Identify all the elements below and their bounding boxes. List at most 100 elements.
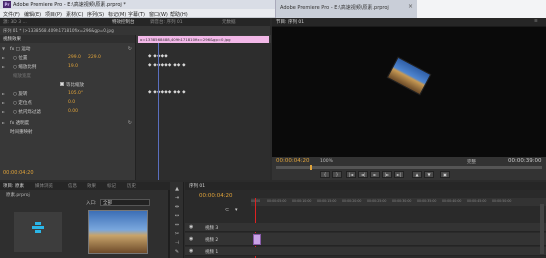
reset-icon[interactable]: ↻ xyxy=(128,46,132,52)
anti-flicker-value[interactable]: 0.00 xyxy=(68,109,78,114)
zoom-select[interactable]: 100% xyxy=(320,159,333,164)
timeline-vertical-scrollbar[interactable] xyxy=(540,204,544,254)
go-to-in-button[interactable]: |◄ xyxy=(346,171,356,178)
expand-icon[interactable]: ► xyxy=(2,120,5,125)
program-playhead[interactable] xyxy=(310,165,312,170)
keyframe-clip-bar[interactable]: o=1338568488,409h171810fix=296&gp=0.jpg xyxy=(138,36,269,43)
step-forward-button[interactable]: |► xyxy=(382,171,392,178)
image-thumbnail[interactable] xyxy=(88,210,148,254)
video-effects-header: 视频效果 xyxy=(0,35,135,43)
lift-button[interactable]: ▲ xyxy=(412,171,422,178)
rotation-keyframes[interactable]: ◆ ◆◆◆◆◆ ◆◆ ◆ xyxy=(148,90,186,95)
tab-info[interactable]: 信息 xyxy=(68,183,77,189)
tab-program-monitor[interactable]: 节目: 序列 01 xyxy=(276,19,304,25)
document-tab[interactable]: Adobe Premiere Pro - E:\高速视频\原素.prproj × xyxy=(275,0,417,18)
effect-controls-header: 序列 01 * (>1338568.409h171810fix=296&gp=0… xyxy=(0,26,270,35)
tab-audio-mixer[interactable]: 调音台: 序列 01 xyxy=(150,19,183,25)
menu-clip[interactable]: 素材(C) xyxy=(66,11,83,18)
position-x-value[interactable]: 299.0 xyxy=(68,55,81,60)
track-select-tool-icon[interactable]: ⇥ xyxy=(173,195,181,202)
tab-source[interactable]: 源: 3D 3 ... xyxy=(3,19,27,25)
motion-row[interactable]: ▼ fx □ 运动 ↻ xyxy=(0,45,135,53)
in-select[interactable]: 全部 xyxy=(100,199,150,206)
anchor-point-row: ► ○ 定位点 0.0 xyxy=(2,100,76,106)
panel-menu-icon[interactable]: ≡ xyxy=(534,19,538,24)
keyframe-playhead[interactable] xyxy=(158,43,159,180)
play-button[interactable]: ► xyxy=(370,171,380,178)
menu-edit[interactable]: 编辑(E) xyxy=(24,11,41,18)
menu-marker[interactable]: 标记(M) xyxy=(108,11,126,18)
add-marker-icon[interactable]: ▾ xyxy=(235,207,238,213)
fit-select[interactable]: 完整 xyxy=(467,159,476,165)
expand-icon[interactable]: ▼ xyxy=(2,46,5,51)
document-tab-label: Adobe Premiere Pro - E:\高速视频\原素.prproj xyxy=(280,5,389,11)
tab-effects[interactable]: 效果 xyxy=(87,183,96,189)
stopwatch-icon[interactable]: ► xyxy=(2,64,5,69)
sequence-thumbnail[interactable] xyxy=(14,212,62,252)
program-current-timecode[interactable]: 00:00:04:20 xyxy=(276,158,310,164)
stopwatch-icon[interactable]: ► xyxy=(2,109,5,114)
rolling-edit-tool-icon[interactable]: ↔ xyxy=(173,213,181,220)
stopwatch-icon[interactable]: ► xyxy=(2,91,5,96)
program-monitor-tabstrip: 节目: 序列 01 ≡ xyxy=(272,18,546,26)
clip-source-path: 序列 01 * (>1338568.409h171810fix=296&gp=0… xyxy=(3,28,114,33)
program-monitor-viewport[interactable] xyxy=(272,27,546,157)
menu-file[interactable]: 文件(F) xyxy=(3,11,20,18)
timeline-ruler[interactable]: 00:00 00:00:05:00 00:00:10:00 00:00:15:0… xyxy=(251,198,546,206)
eye-icon[interactable]: ◉ xyxy=(189,236,193,242)
tab-markers[interactable]: 标记 xyxy=(107,183,116,189)
mark-in-button[interactable]: { xyxy=(320,171,330,178)
close-icon[interactable]: × xyxy=(408,3,413,10)
window-area-right xyxy=(417,0,546,18)
tab-media-browser[interactable]: 媒体浏览 xyxy=(35,183,53,189)
effect-controls-timecode[interactable]: 00:00:04:20 xyxy=(3,170,34,176)
program-duration-timecode: 00:00:39:00 xyxy=(508,158,542,164)
uniform-scale-checkbox[interactable] xyxy=(60,82,64,86)
snap-icon[interactable]: ⊂ xyxy=(225,207,229,213)
program-monitor-controls: 00:00:04:20 100% 完整 00:00:39:00 { } |◄ ◄… xyxy=(272,157,546,180)
rotation-value[interactable]: 105.0° xyxy=(68,91,83,96)
rate-stretch-tool-icon[interactable]: ⇔ xyxy=(173,222,181,229)
program-scrubber[interactable] xyxy=(276,166,542,169)
eye-icon[interactable]: ◉ xyxy=(189,248,193,254)
scale-keyframes[interactable]: ◆ ◆◆◆◆◆ ◆◆ ◆ xyxy=(148,63,186,68)
premiere-logo-icon: Pr xyxy=(3,1,11,8)
stopwatch-icon[interactable]: ► xyxy=(2,100,5,105)
sequence-icon xyxy=(32,222,44,236)
ripple-edit-tool-icon[interactable]: ⇹ xyxy=(173,204,181,211)
tab-effect-controls[interactable]: 特效控制台 xyxy=(112,19,135,25)
uniform-scale-row: 等比缩放 xyxy=(0,81,135,89)
tab-project[interactable]: 项目: 原素 xyxy=(3,183,24,189)
time-remap-row[interactable]: 时间重映射 xyxy=(0,128,135,136)
mark-out-button[interactable]: } xyxy=(332,171,342,178)
opacity-row[interactable]: ► fx 透明度 ↻ xyxy=(0,119,135,127)
export-frame-button[interactable]: ▣ xyxy=(440,171,450,178)
menu-sequence[interactable]: 序列(S) xyxy=(87,11,104,18)
razor-tool-icon[interactable]: ✂ xyxy=(173,231,181,238)
scale-value[interactable]: 19.0 xyxy=(68,64,78,69)
effect-keyframe-area: o=1338568488,409h171810fix=296&gp=0.jpg … xyxy=(135,35,271,180)
selection-tool-icon[interactable]: ▲ xyxy=(173,186,181,193)
video-clip[interactable] xyxy=(253,234,261,245)
step-back-button[interactable]: ◄| xyxy=(358,171,368,178)
menu-window[interactable]: 窗口(W) xyxy=(149,11,168,18)
video-frame-image xyxy=(386,56,432,96)
tab-history[interactable]: 历史 xyxy=(127,183,136,189)
pen-tool-icon[interactable]: ✎ xyxy=(173,249,181,256)
tab-sequence[interactable]: 序列 01 xyxy=(189,183,205,189)
track-video-3: ◉ 视频 3 xyxy=(185,223,546,232)
reset-icon[interactable]: ↻ xyxy=(128,120,132,126)
menu-help[interactable]: 帮助(H) xyxy=(170,11,188,18)
timeline-timecode[interactable]: 00:00:04:20 xyxy=(199,193,233,199)
menu-project[interactable]: 项目(P) xyxy=(45,11,62,18)
slip-tool-icon[interactable]: ⊣ xyxy=(173,240,181,247)
menu-title[interactable]: 字幕(T) xyxy=(128,11,145,18)
eye-icon[interactable]: ◉ xyxy=(189,224,193,230)
go-to-out-button[interactable]: ►| xyxy=(394,171,404,178)
stopwatch-icon[interactable]: ► xyxy=(2,55,5,60)
in-label: 入口: xyxy=(86,201,97,206)
anchor-value[interactable]: 0.0 xyxy=(68,100,75,105)
tab-metadata[interactable]: 元数据 xyxy=(222,19,236,25)
extract-button[interactable]: ▼ xyxy=(424,171,434,178)
position-y-value[interactable]: 229.0 xyxy=(88,55,101,60)
